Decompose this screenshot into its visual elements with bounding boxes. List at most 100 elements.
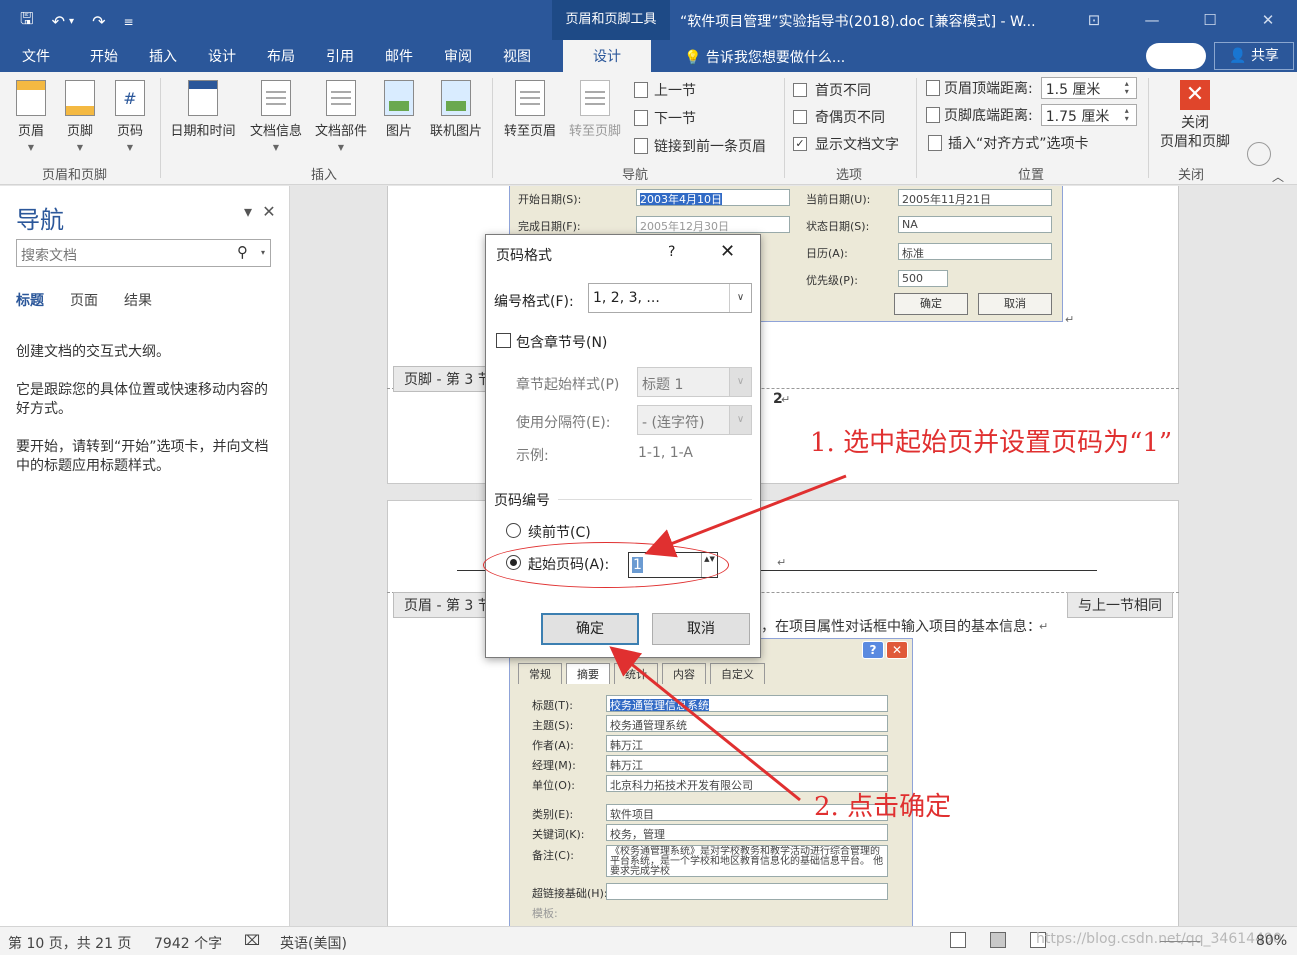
- zoom-slider[interactable]: [1160, 941, 1200, 942]
- number-format-label: 编号格式(F):: [494, 294, 574, 310]
- footer-button[interactable]: 页脚 ▼: [61, 80, 99, 152]
- show-document-text-checkbox[interactable]: ✓ 显示文档文字: [793, 134, 899, 154]
- redo-icon[interactable]: ↷: [92, 12, 105, 31]
- document-info-icon: [261, 80, 291, 116]
- prop-field: 韩万江: [606, 735, 888, 752]
- save-icon[interactable]: 🖫: [20, 8, 34, 35]
- footer-bottom-spinner[interactable]: 1.75 厘米: [1040, 104, 1137, 126]
- collapse-ribbon-icon[interactable]: ︿: [1272, 168, 1284, 185]
- tab-file[interactable]: 文件: [22, 46, 50, 66]
- customize-qat-icon[interactable]: ≡: [123, 15, 133, 29]
- previous-section-button[interactable]: 上一节: [634, 80, 696, 100]
- priority-field: 500: [898, 270, 948, 287]
- share-label: 共享: [1250, 48, 1279, 64]
- close-window-icon[interactable]: ✕: [1239, 0, 1297, 40]
- nav-tab-pages[interactable]: 页面: [70, 290, 98, 310]
- user-account[interactable]: [1146, 43, 1206, 69]
- section-divider: [558, 499, 752, 500]
- group-label-close: 关闭: [1178, 168, 1205, 183]
- goto-header-icon: [515, 80, 545, 116]
- finish-date-label: 完成日期(F):: [518, 220, 581, 233]
- date-time-button[interactable]: 日期和时间: [165, 80, 241, 139]
- tab-layout[interactable]: 布局: [267, 46, 295, 66]
- help-icon[interactable]: ?: [668, 244, 675, 260]
- goto-header-button[interactable]: 转至页眉: [498, 80, 562, 139]
- same-as-previous-tag: 与上一节相同: [1067, 592, 1173, 618]
- close-pane-icon[interactable]: ✕: [262, 202, 275, 221]
- prop-field: 校务通管理系统: [606, 715, 888, 732]
- header-top-spinner[interactable]: 1.5 厘米: [1040, 77, 1137, 99]
- footer-bottom-distance-row: 页脚底端距离: 1.75 厘米: [926, 104, 1137, 126]
- maximize-icon[interactable]: ☐: [1181, 0, 1239, 40]
- ribbon-tabs: 文件 开始 插入 设计 布局 引用 邮件 审阅 视图 设计 💡 告诉我您想要做什…: [0, 40, 1297, 73]
- tab-view[interactable]: 视图: [503, 46, 531, 66]
- undo-icon[interactable]: ↶: [52, 12, 65, 31]
- doc-info-button[interactable]: 文档信息 ▼: [245, 80, 307, 152]
- nav-tab-results[interactable]: 结果: [124, 290, 152, 310]
- page-number-button[interactable]: 页码 ▼: [111, 80, 149, 152]
- chapter-style-value: 标题 1: [642, 377, 684, 393]
- chapter-style-select[interactable]: 标题 1 ∨: [637, 367, 752, 397]
- quick-parts-button[interactable]: 文档部件 ▼: [310, 80, 372, 152]
- search-document-input[interactable]: 搜索文档 ⚲ ▾: [16, 239, 271, 267]
- separator-select[interactable]: - (连字符) ∨: [637, 405, 752, 435]
- link-to-previous-button[interactable]: 链接到前一条页眉: [634, 136, 766, 156]
- nav-tab-headings[interactable]: 标题: [16, 290, 44, 310]
- zoom-level[interactable]: 80%: [1256, 933, 1287, 949]
- tab-design-doc[interactable]: 设计: [208, 46, 236, 66]
- body-text-line[interactable]: ，在项目属性对话框中输入项目的基本信息：: [761, 616, 1041, 636]
- previous-section-label: 上一节: [654, 83, 696, 99]
- minimize-icon[interactable]: —: [1123, 0, 1181, 40]
- online-pictures-button[interactable]: 联机图片: [424, 80, 488, 139]
- start-date-value: 2003年4月10日: [640, 193, 722, 206]
- search-dropdown-icon[interactable]: ▾: [261, 248, 265, 257]
- different-odd-even-checkbox[interactable]: 奇偶页不同: [793, 107, 885, 127]
- different-first-page-checkbox[interactable]: 首页不同: [793, 80, 871, 100]
- document-title: “软件项目管理”实验指导书(2018).doc [兼容模式] - W...: [680, 14, 1036, 30]
- tab-references[interactable]: 引用: [326, 46, 354, 66]
- close-header-footer-button[interactable]: ✕ 关闭 页眉和页脚: [1156, 80, 1234, 152]
- page-count[interactable]: 第 10 页，共 21 页: [8, 933, 131, 953]
- pane-options-icon[interactable]: ▾: [244, 202, 252, 221]
- priority-label: 优先级(P):: [806, 274, 858, 287]
- tab-header-footer-design[interactable]: 设计: [563, 40, 651, 73]
- search-icon[interactable]: ⚲: [237, 243, 248, 261]
- insert-alignment-tab-button[interactable]: 插入“对齐方式”选项卡: [928, 133, 1089, 153]
- prop-tab-statistics: 统计: [614, 663, 658, 684]
- ok-button[interactable]: 确定: [541, 613, 639, 645]
- chevron-down-icon: ∨: [729, 284, 751, 312]
- continue-previous-radio[interactable]: [506, 523, 521, 538]
- current-date-field: 2005年11月21日: [898, 189, 1052, 206]
- tab-mailings[interactable]: 邮件: [385, 46, 413, 66]
- paragraph-mark: ↵: [1039, 620, 1049, 633]
- tab-home[interactable]: 开始: [90, 46, 118, 66]
- nav-hint-3: 要开始，请转到“开始”选项卡，并向文档中的标题应用标题样式。: [16, 439, 269, 474]
- checkbox-box: [793, 110, 807, 124]
- read-mode-icon[interactable]: [950, 932, 966, 948]
- show-document-text-label: 显示文档文字: [815, 137, 899, 153]
- word-count[interactable]: 7942 个字: [154, 933, 222, 953]
- header-position-icon: [926, 80, 940, 96]
- ribbon-display-options-icon[interactable]: ⊡: [1065, 0, 1123, 40]
- close-icon[interactable]: ✕: [720, 241, 735, 262]
- next-section-button[interactable]: 下一节: [634, 108, 696, 128]
- include-chapter-checkbox[interactable]: [496, 333, 511, 348]
- prop-value: 校务通管理信息系统: [610, 699, 709, 712]
- tab-insert[interactable]: 插入: [149, 46, 177, 66]
- number-format-value: 1, 2, 3, ...: [593, 290, 660, 306]
- goto-footer-button[interactable]: 转至页脚: [563, 80, 627, 139]
- cancel-button[interactable]: 取消: [652, 613, 750, 645]
- header-button[interactable]: 页眉 ▼: [12, 80, 50, 152]
- header-label: 页眉: [17, 124, 44, 139]
- language[interactable]: 英语(美国): [280, 933, 347, 953]
- proofing-icon[interactable]: ⌧: [244, 933, 260, 949]
- pictures-button[interactable]: 图片: [380, 80, 418, 139]
- prop-field: 校务通管理信息系统: [606, 695, 888, 712]
- share-button[interactable]: 👤 共享: [1214, 42, 1294, 70]
- tell-me-search[interactable]: 💡 告诉我您想要做什么...: [684, 47, 845, 67]
- undo-dropdown-icon[interactable]: ▾: [69, 16, 74, 27]
- number-format-select[interactable]: 1, 2, 3, ... ∨: [588, 283, 752, 313]
- tab-review[interactable]: 审阅: [444, 46, 472, 66]
- group-label-navigation: 导航: [622, 168, 649, 183]
- print-layout-icon[interactable]: [990, 932, 1006, 948]
